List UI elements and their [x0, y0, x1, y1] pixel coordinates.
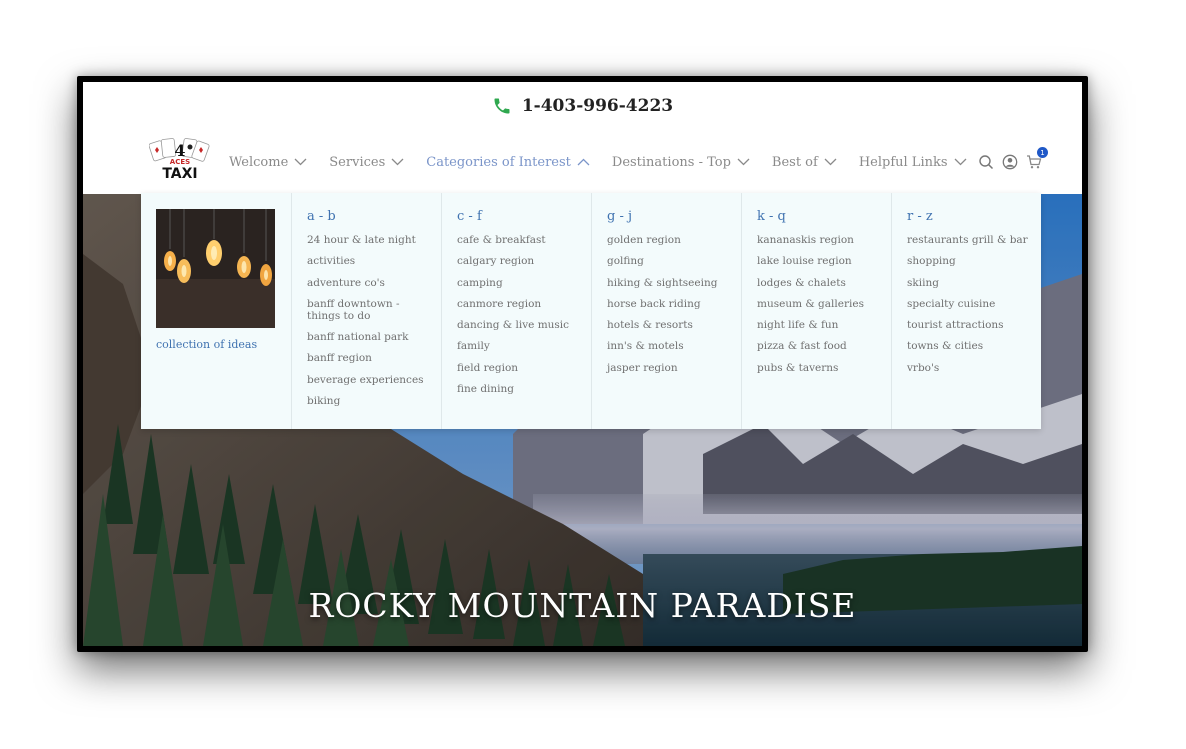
browser-viewport: 1-403-996-4223 4 ACES TAXI Welcome Servi…	[83, 82, 1082, 646]
nav-item-label: Destinations - Top	[611, 154, 731, 170]
category-link[interactable]: tourist attractions	[907, 319, 1041, 331]
collection-of-ideas-link[interactable]: collection of ideas	[156, 338, 275, 351]
category-column-r-z: r - z restaurants grill & bar shopping s…	[891, 193, 1041, 429]
hero-title: ROCKY MOUNTAIN PARADISE	[308, 586, 857, 625]
category-link[interactable]: night life & fun	[757, 319, 891, 331]
nav-item-label: Services	[329, 154, 386, 170]
category-link[interactable]: banff downtown - things to do	[307, 298, 441, 322]
category-link[interactable]: family	[457, 340, 591, 352]
chevron-up-icon	[577, 158, 590, 166]
chevron-down-icon	[294, 158, 307, 166]
category-link[interactable]: golden region	[607, 234, 741, 246]
nav-menu: Welcome Services Categories of Interest …	[229, 130, 989, 194]
search-icon[interactable]	[978, 154, 994, 170]
nav-item-welcome[interactable]: Welcome	[229, 155, 307, 170]
category-link[interactable]: activities	[307, 255, 441, 267]
category-link[interactable]: inn's & motels	[607, 340, 741, 352]
category-link[interactable]: golfing	[607, 255, 741, 267]
category-link[interactable]: biking	[307, 395, 441, 407]
category-link[interactable]: fine dining	[457, 383, 591, 395]
column-heading[interactable]: r - z	[907, 209, 1041, 224]
category-link[interactable]: hiking & sightseeing	[607, 277, 741, 289]
category-link[interactable]: beverage experiences	[307, 374, 441, 386]
nav-item-label: Welcome	[229, 154, 289, 170]
category-link[interactable]: skiing	[907, 277, 1041, 289]
category-link[interactable]: adventure co's	[307, 277, 441, 289]
nav-item-label: Categories of Interest	[426, 154, 571, 170]
category-link[interactable]: specialty cuisine	[907, 298, 1041, 310]
category-link[interactable]: calgary region	[457, 255, 591, 267]
category-link[interactable]: kananaskis region	[757, 234, 891, 246]
column-heading[interactable]: a - b	[307, 209, 441, 224]
chevron-down-icon	[954, 158, 966, 166]
nav-item-best-of[interactable]: Best of	[772, 155, 837, 170]
four-aces-taxi-logo[interactable]: 4 ACES TAXI	[149, 138, 211, 182]
category-link[interactable]: banff region	[307, 352, 441, 364]
logo-aces-text: ACES	[170, 158, 190, 166]
category-link[interactable]: jasper region	[607, 362, 741, 374]
category-link[interactable]: cafe & breakfast	[457, 234, 591, 246]
chevron-down-icon	[824, 158, 837, 166]
category-link[interactable]: hotels & resorts	[607, 319, 741, 331]
category-link[interactable]: pizza & fast food	[757, 340, 891, 352]
chevron-down-icon	[737, 158, 750, 166]
column-heading[interactable]: k - q	[757, 209, 891, 224]
account-icon[interactable]	[1002, 154, 1018, 170]
nav-item-categories-of-interest[interactable]: Categories of Interest	[426, 155, 590, 170]
featured-collection: collection of ideas	[156, 209, 275, 351]
category-link[interactable]: 24 hour & late night	[307, 234, 441, 246]
cart-button[interactable]: 1	[1026, 147, 1048, 170]
cart-count-badge: 1	[1037, 147, 1048, 158]
nav-actions: 1	[978, 130, 1048, 194]
category-link[interactable]: banff national park	[307, 331, 441, 343]
category-link[interactable]: museum & galleries	[757, 298, 891, 310]
nav-item-label: Helpful Links	[858, 154, 948, 170]
phone-link[interactable]: 1-403-996-4223	[492, 96, 673, 116]
monitor-frame: 1-403-996-4223 4 ACES TAXI Welcome Servi…	[77, 76, 1088, 652]
nav-item-destinations-top[interactable]: Destinations - Top	[612, 155, 750, 170]
chevron-down-icon	[391, 158, 404, 166]
category-column-a-b: a - b 24 hour & late night activities ad…	[291, 193, 441, 429]
category-link[interactable]: lake louise region	[757, 255, 891, 267]
category-column-g-j: g - j golden region golfing hiking & sig…	[591, 193, 741, 429]
category-link[interactable]: pubs & taverns	[757, 362, 891, 374]
category-link[interactable]: horse back riding	[607, 298, 741, 310]
category-link[interactable]: restaurants grill & bar	[907, 234, 1041, 246]
category-column-k-q: k - q kananaskis region lake louise regi…	[741, 193, 891, 429]
top-contact-bar: 1-403-996-4223	[83, 82, 1082, 130]
category-link[interactable]: dancing & live music	[457, 319, 591, 331]
categories-mega-menu: collection of ideas a - b 24 hour & late…	[141, 193, 1041, 429]
category-link[interactable]: towns & cities	[907, 340, 1041, 352]
nav-item-label: Best of	[771, 154, 818, 170]
column-heading[interactable]: g - j	[607, 209, 741, 224]
nav-item-services[interactable]: Services	[329, 155, 404, 170]
phone-number: 1-403-996-4223	[521, 96, 674, 116]
category-link[interactable]: shopping	[907, 255, 1041, 267]
nav-item-helpful-links[interactable]: Helpful Links	[859, 155, 967, 170]
category-link[interactable]: lodges & chalets	[757, 277, 891, 289]
logo-taxi-text: TAXI	[162, 166, 197, 182]
category-link[interactable]: vrbo's	[907, 362, 1041, 374]
category-link[interactable]: canmore region	[457, 298, 591, 310]
category-link[interactable]: camping	[457, 277, 591, 289]
category-link[interactable]: field region	[457, 362, 591, 374]
column-heading[interactable]: c - f	[457, 209, 591, 224]
phone-icon	[494, 98, 510, 114]
edison-bulbs-image[interactable]	[156, 209, 275, 328]
main-navigation: 4 ACES TAXI Welcome Services Categories …	[83, 130, 1082, 194]
category-column-c-f: c - f cafe & breakfast calgary region ca…	[441, 193, 591, 429]
